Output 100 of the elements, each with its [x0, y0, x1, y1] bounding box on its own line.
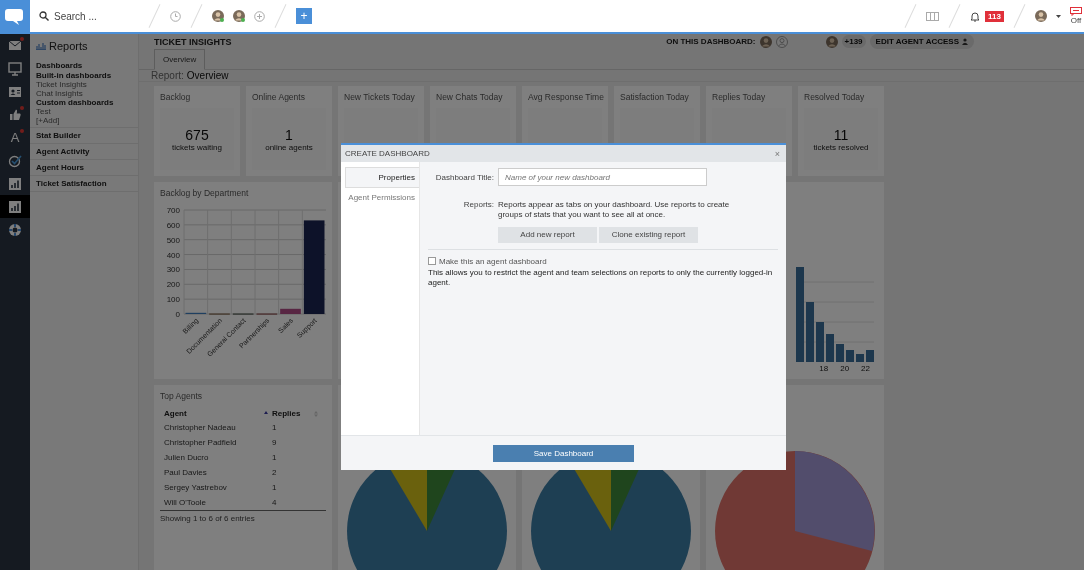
- tab[interactable]: Properties: [345, 167, 419, 188]
- dialog-title: CREATE DASHBOARD: [345, 149, 430, 158]
- monitor-icon: [8, 61, 22, 76]
- card-title: Online Agents: [252, 92, 306, 102]
- stat-caption: online agents: [265, 142, 313, 152]
- stat-value: 11: [833, 126, 849, 143]
- sidebar-link[interactable]: [+Add]: [36, 116, 132, 125]
- card-title: Top Agents: [160, 391, 204, 401]
- bar-chart-icon: [36, 42, 46, 50]
- axis-tick-label: 300: [166, 265, 180, 275]
- axis-tick-label: 200: [166, 280, 180, 290]
- bell-icon[interactable]: [970, 10, 981, 22]
- tab[interactable]: Agent Permissions: [341, 188, 419, 207]
- card-title: Avg Response Time: [528, 92, 602, 102]
- agent-avatar[interactable]: [233, 10, 245, 22]
- sidebar-group-label: Built-in dashboards: [36, 71, 113, 80]
- axis-tick-label: 22: [861, 364, 870, 373]
- table-cell-text: Will O'Toole: [164, 497, 207, 509]
- chat-status: Off: [1070, 16, 1082, 25]
- new-button[interactable]: +: [296, 8, 312, 24]
- notification-count[interactable]: 113: [985, 10, 1004, 22]
- stat-caption: tickets waiting: [172, 142, 222, 152]
- agent-avatar[interactable]: [825, 35, 838, 48]
- card-title: New Tickets Today: [344, 92, 416, 102]
- sidebar-section[interactable]: Ticket Satisfaction: [36, 178, 132, 189]
- stat-value: 675: [185, 126, 209, 143]
- contact-card-icon: [8, 84, 22, 99]
- nav-button[interactable]: [0, 195, 30, 218]
- table-cell-text: 9: [272, 437, 278, 449]
- envelope-icon: [8, 38, 22, 53]
- table-cell-text: 1: [272, 482, 278, 494]
- user-silhouette-icon: [775, 35, 788, 48]
- search-icon: [39, 11, 49, 21]
- table-cell-text: Julien Ducro: [164, 452, 210, 464]
- close-button[interactable]: ×: [772, 148, 782, 159]
- sidebar-section[interactable]: Agent Activity: [36, 146, 132, 157]
- agent-avatar[interactable]: [759, 35, 772, 48]
- sidebar-section[interactable]: Stat Builder: [36, 130, 132, 141]
- stat-value: 1: [285, 126, 293, 143]
- agent-avatar[interactable]: [212, 10, 224, 22]
- table-cell-text: 4: [272, 497, 278, 509]
- table-cell-text: Paul Davies: [164, 467, 208, 479]
- caret-icon[interactable]: [1056, 14, 1061, 18]
- sidebar-section[interactable]: Agent Hours: [36, 162, 132, 173]
- thumbs-up-icon: [8, 107, 22, 122]
- field-label: Reports:: [462, 200, 494, 209]
- axis-tick-label: 400: [166, 250, 180, 260]
- tab[interactable]: Overview: [154, 49, 206, 70]
- sidebar-link[interactable]: Chat Insights: [36, 89, 132, 98]
- description: Reports appear as tabs on your dashboard. Use reports to create groups of stats that you want to see all at once.: [498, 200, 731, 221]
- table-footer: Showing 1 to 6 of 6 entries: [160, 514, 326, 523]
- label: Report:: [151, 70, 184, 81]
- axis-tick-label: 100: [166, 295, 180, 305]
- report-name: Overview: [186, 70, 229, 81]
- nav-button[interactable]: A: [0, 126, 30, 149]
- label: ON THIS DASHBOARD:: [666, 37, 756, 46]
- bar-chart-icon: [8, 176, 22, 191]
- page-title: TICKET INSIGHTS: [154, 36, 232, 47]
- action-button[interactable]: Add new report: [498, 226, 597, 243]
- edit-access-button[interactable]: EDIT AGENT ACCESS: [869, 34, 974, 49]
- save-button[interactable]: Save Dashboard: [493, 444, 634, 462]
- axis-tick-label: 0: [175, 310, 180, 319]
- axis-tick-label: 500: [166, 235, 180, 245]
- checkbox[interactable]: [428, 257, 436, 266]
- help-text: This allows you to restrict the agent and team selections on reports to only the currently logged-in agent.: [428, 267, 774, 289]
- user-avatar[interactable]: [1035, 10, 1047, 22]
- logo-icon[interactable]: [0, 0, 30, 32]
- table-cell-text: 1: [272, 452, 278, 464]
- axis-tick-label: 20: [840, 364, 850, 373]
- card-title: Replies Today: [712, 92, 767, 102]
- table-cell-text: 1: [272, 422, 278, 434]
- column-header[interactable]: Agent: [164, 407, 272, 420]
- field-label: Dashboard Title:: [434, 172, 494, 182]
- axis-tick-label: 600: [166, 220, 180, 230]
- card-title: Resolved Today: [804, 92, 866, 102]
- chat-icon[interactable]: [1070, 7, 1082, 16]
- action-button[interactable]: Clone existing report: [599, 226, 698, 243]
- table-cell-text: 2: [272, 467, 278, 479]
- sidebar-link[interactable]: Ticket Insights: [36, 80, 132, 89]
- sidebar-title: Reports: [49, 40, 88, 52]
- checkbox-label[interactable]: Make this an agent dashboard: [439, 256, 547, 266]
- lifebuoy-icon: [8, 222, 22, 237]
- axis-tick-label: 700: [166, 206, 180, 215]
- sidebar-link[interactable]: Test: [36, 107, 132, 116]
- sidebar-section[interactable]: Dashboards: [36, 60, 132, 71]
- table-cell-text: Sergey Yastrebov: [164, 482, 228, 494]
- agent-count: +139: [841, 35, 866, 48]
- stat-caption: tickets resolved: [813, 142, 869, 152]
- person-icon: [962, 38, 968, 45]
- table-cell-text: Christopher Padfield: [164, 437, 238, 449]
- bar-chart-icon: [8, 199, 22, 214]
- column-header[interactable]: Replies: [272, 407, 322, 420]
- sidebar-group-label: Custom dashboards: [36, 98, 115, 107]
- text-field[interactable]: Name of your new dashboard: [498, 168, 707, 186]
- table-cell-text: Christopher Nadeau: [164, 422, 237, 434]
- bar: [280, 308, 301, 314]
- check-circle-icon: [8, 153, 22, 168]
- card-title: New Chats Today: [436, 92, 504, 102]
- card-title: Backlog by Department: [159, 188, 250, 198]
- axis-tick-label: 18: [819, 364, 829, 373]
